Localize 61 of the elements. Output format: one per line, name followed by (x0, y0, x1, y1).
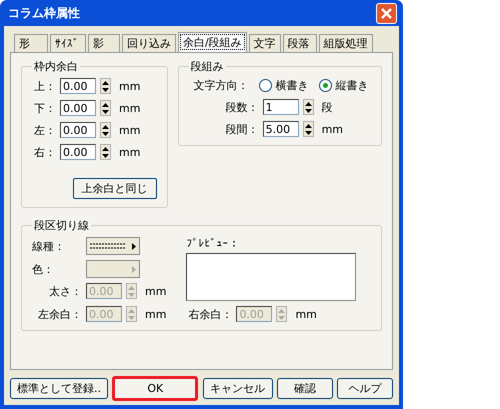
radio-option[interactable]: 縦書き (318, 78, 369, 93)
number-field[interactable]: 1 (262, 99, 299, 115)
field-label: 左余白： (37, 306, 82, 322)
tab[interactable]: 回り込み (122, 34, 176, 52)
dialog-button[interactable]: 確認 (276, 378, 333, 399)
tab[interactable]: 影 (88, 34, 120, 52)
dialog-button[interactable]: 標準として登録.. (10, 378, 108, 399)
spinner-icon[interactable] (100, 100, 111, 116)
dialog-button[interactable]: ヘルプ (337, 378, 393, 399)
radio-button[interactable] (318, 79, 332, 92)
tab[interactable]: ｻｲｽﾞ (50, 34, 86, 52)
dialog-button[interactable]: OK (112, 376, 198, 401)
dialog-button[interactable]: キャンセル (202, 378, 272, 399)
number-field[interactable]: 0.00 (60, 144, 96, 160)
unit-label: mm (295, 308, 317, 320)
field-label: 左： (33, 122, 56, 138)
tab[interactable]: 組版処理 (318, 34, 373, 52)
field-label: 太さ： (48, 284, 82, 298)
unit-label: mm (119, 124, 140, 136)
preview-label: ﾌﾟﾚﾋﾞｭｰ： (186, 237, 240, 250)
field-label: 色： (32, 262, 55, 276)
radio-option[interactable]: 横書き (258, 78, 309, 93)
field-label: 右： (33, 144, 56, 160)
tab[interactable]: 余白/段組み (178, 32, 247, 52)
dotted-line-icon (90, 243, 126, 249)
spinner-icon[interactable] (100, 144, 111, 160)
line-style-picker[interactable] (86, 237, 140, 255)
group-title: 段組み (190, 59, 225, 74)
unit-label: mm (119, 102, 140, 114)
window-title: コラム枠属性 (8, 4, 80, 22)
unit-label: mm (119, 146, 140, 158)
group-title: 枠内余白 (33, 59, 79, 74)
radio-button[interactable] (258, 79, 272, 92)
number-field[interactable]: 5.00 (262, 121, 299, 137)
field-label: 線種： (32, 238, 66, 254)
spinner-icon[interactable] (100, 122, 111, 138)
field-label: 上： (33, 78, 56, 94)
same-as-top-button[interactable]: 上余白と同じ (72, 178, 157, 199)
field-label: 段間： (224, 122, 259, 136)
spinner-icon[interactable] (302, 121, 314, 137)
unit-label: mm (145, 308, 166, 320)
group-title: 段区切り線 (33, 218, 90, 233)
number-field[interactable]: 0.00 (60, 78, 96, 94)
arrow-icon (132, 266, 136, 272)
spinner-icon[interactable] (100, 78, 111, 94)
tab[interactable]: 文字 (248, 34, 281, 52)
number-field[interactable]: 0.00 (60, 100, 96, 116)
tab[interactable]: 段落 (282, 34, 317, 52)
spinner-icon[interactable] (302, 99, 314, 115)
close-icon[interactable] (376, 2, 397, 24)
field-label: 下： (33, 100, 56, 116)
field-label: 文字方向： (192, 78, 249, 93)
tab[interactable]: 形 (14, 34, 48, 52)
field-label: 右余白： (188, 306, 232, 322)
unit-label: mm (119, 80, 140, 92)
arrow-icon (132, 242, 136, 250)
unit-label: mm (322, 122, 344, 136)
unit-label: mm (145, 284, 166, 298)
field-label: 段数： (224, 100, 259, 114)
number-field[interactable]: 0.00 (60, 122, 96, 138)
unit-label: 段 (322, 100, 333, 114)
